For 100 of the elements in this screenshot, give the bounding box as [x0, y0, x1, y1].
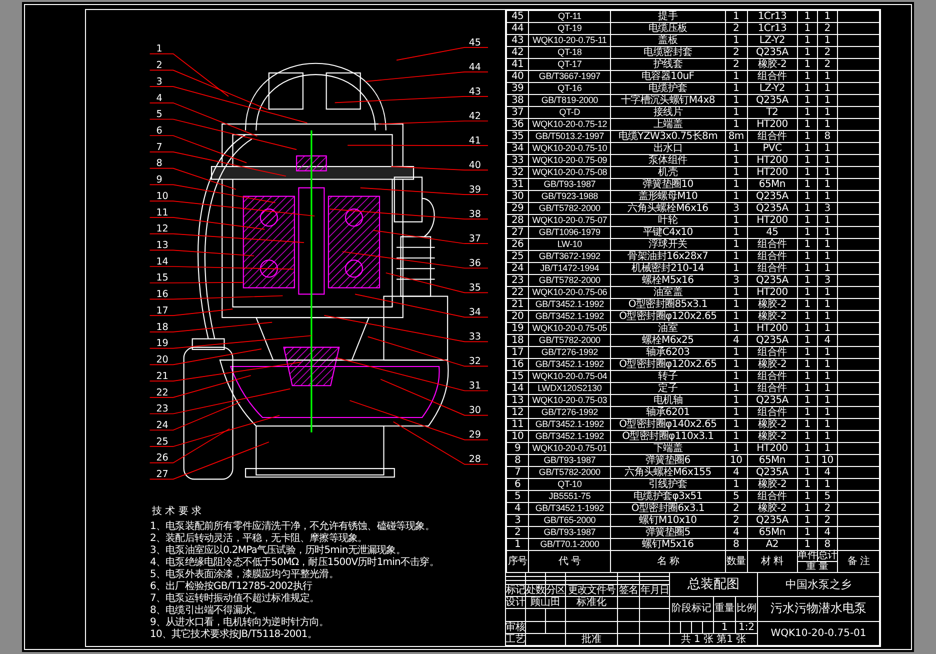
table-cell: HT200: [747, 322, 798, 334]
table-cell: 1: [725, 262, 748, 274]
table-cell: 3: [725, 202, 748, 214]
table-cell: 油室: [610, 322, 726, 334]
technical-note: 4、电泵绝缘电阻冷态不低于50MΩ，耐压1500V历时1min不击穿。: [150, 557, 440, 568]
table-cell: 组合件: [747, 346, 798, 358]
table-cell: 36: [506, 118, 529, 130]
table-cell: WQK10-20-0.75-01: [528, 442, 611, 454]
table-cell: 引线护套: [610, 478, 726, 490]
table-cell: 1: [797, 262, 818, 274]
table-cell: 转子: [610, 370, 726, 382]
table-cell: GB/T1096-1979: [528, 226, 611, 238]
table-cell: GB/T3452.1-1992: [528, 358, 611, 370]
designer-name: 顾山田: [530, 597, 560, 608]
callout-number: 24: [156, 420, 168, 431]
table-cell: 65Mn: [747, 526, 798, 538]
table-cell: 1: [797, 322, 818, 334]
title-block-cell: 批准: [582, 634, 602, 645]
table-cell: 1: [797, 454, 818, 466]
table-cell: 4: [725, 466, 748, 478]
table-cell: 1: [817, 442, 838, 454]
callout-number: 18: [156, 322, 168, 333]
table-cell: 8: [506, 454, 529, 466]
table-cell: 2: [817, 58, 838, 70]
table-cell: 1: [817, 262, 838, 274]
callout-number: 4: [156, 92, 162, 104]
table-cell: 1: [797, 418, 818, 430]
table-cell: GB/T5782-2000: [528, 466, 611, 478]
callout-number: 7: [156, 142, 162, 153]
table-cell: Q235A: [747, 190, 798, 202]
table-cell: 弹簧垫圈6: [610, 454, 726, 466]
table-cell: 21: [506, 298, 529, 310]
table-cell: 1: [817, 82, 838, 94]
table-cell: HT200: [747, 214, 798, 226]
table-cell: Q235A: [747, 46, 798, 58]
title-block-cell: 处数: [526, 585, 545, 596]
table-cell: 22: [506, 286, 529, 298]
table-cell: 1: [797, 382, 818, 394]
title-block-cell: 1:2: [738, 622, 755, 633]
table-cell: 13: [506, 394, 529, 406]
table-cell: 1: [797, 190, 818, 202]
title-block-cell: 年月日: [640, 585, 669, 596]
table-cell: 弹簧垫圈5: [610, 526, 726, 538]
table-cell: 提手: [610, 10, 726, 22]
technical-note: 10、其它技术要求按JB/T5118-2001。: [150, 629, 318, 640]
table-cell: 1: [817, 250, 838, 262]
table-cell: 2: [725, 46, 748, 58]
table-cell: LW-10: [528, 238, 611, 250]
table-cell: 45: [747, 226, 798, 238]
table-cell: HT200: [747, 286, 798, 298]
callout-number: 31: [468, 380, 482, 392]
table-cell: 橡胶-2: [747, 478, 798, 490]
table-cell: 1: [817, 478, 838, 490]
table-cell: 1: [797, 490, 818, 502]
table-cell: GB/T3452.1-1992: [528, 502, 611, 514]
callout-number: 22: [156, 387, 168, 398]
table-cell: 2: [817, 46, 838, 58]
table-cell: 上端盖: [610, 118, 726, 130]
table-cell: 1: [797, 34, 818, 46]
callout-number: 13: [156, 240, 168, 252]
table-cell: 8m: [725, 130, 748, 142]
table-cell: GB/T93-1987: [528, 178, 611, 190]
table-cell: 螺栓M5x16: [610, 274, 726, 286]
table-cell: 44: [506, 22, 529, 34]
table-cell: 盖板: [610, 34, 726, 46]
table-cell: 1: [797, 526, 818, 538]
table-cell: QT-16: [528, 82, 611, 94]
table-cell: 37: [506, 106, 529, 118]
table-cell: 1: [797, 142, 818, 154]
callout-number: 33: [468, 332, 482, 343]
table-cell: HT200: [747, 154, 798, 166]
table-cell: 1: [797, 310, 818, 322]
table-cell: 1: [797, 106, 818, 118]
table-cell: 1: [797, 358, 818, 370]
callout-number: 8: [156, 158, 162, 170]
table-cell: WQK10-20-0.75-10: [528, 142, 611, 154]
table-cell: 3: [506, 514, 529, 526]
table-cell: Q235A: [747, 202, 798, 214]
table-cell: 1: [506, 538, 529, 550]
table-cell: 组合件: [747, 382, 798, 394]
callout-number: 40: [468, 160, 482, 171]
callout-number: 42: [468, 110, 482, 122]
table-cell: 15: [506, 370, 529, 382]
table-cell: 螺钉M10x10: [610, 514, 726, 526]
table-cell: 1: [725, 382, 748, 394]
table-cell: 1: [817, 118, 838, 130]
table-cell: 电缆密封套: [610, 46, 726, 58]
table-cell: 1: [797, 10, 818, 22]
table-cell: 1: [797, 514, 818, 526]
table-cell: 1: [725, 190, 748, 202]
table-cell: 1: [797, 202, 818, 214]
table-cell: 1: [817, 10, 838, 22]
table-cell: 1: [797, 406, 818, 418]
table-cell: 橡胶-2: [747, 418, 798, 430]
table-cell: 24: [506, 262, 529, 274]
table-cell: GB/T5782-2000: [528, 274, 611, 286]
table-cell: 1: [817, 358, 838, 370]
table-cell: 2: [817, 22, 838, 34]
table-cell: 盖形螺母M10: [610, 190, 726, 202]
table-cell: 1: [817, 238, 838, 250]
